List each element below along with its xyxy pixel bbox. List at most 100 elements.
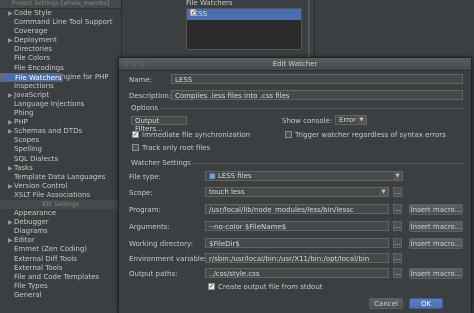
track-root-label: Track only root files [142, 144, 211, 152]
file-type-label: File type: [129, 173, 161, 181]
arguments-expand-button[interactable]: ... [393, 221, 402, 231]
settings-tree-item-label: Template Data Languages [14, 172, 106, 181]
settings-tree-item-label: XSLT File Associations [14, 190, 91, 199]
dropdown-arrow-icon: ▼ [357, 116, 366, 124]
arguments-field[interactable]: --no-color $FileName$ [205, 221, 389, 231]
watcher-enabled-checkbox[interactable]: ✓ [190, 9, 196, 16]
settings-tree-item[interactable]: ▶Code Style [0, 9, 121, 18]
file-watcher-row-less[interactable]: ✓ LESS [187, 9, 301, 20]
settings-tree-item[interactable]: ▶Debugger [0, 218, 121, 227]
settings-sidebar: Project Settings [whole_mamba] ▶Code Sty… [0, 0, 122, 313]
name-field[interactable]: LESS [171, 74, 463, 84]
settings-tree-item[interactable]: ▶JavaScript [0, 91, 121, 100]
ide-settings-window: Project Settings [whole_mamba] ▶Code Sty… [0, 0, 474, 313]
settings-tree-item[interactable]: General [0, 291, 121, 300]
program-browse-button[interactable]: ... [393, 204, 402, 214]
dialog-title-bar: Edit Watcher [119, 58, 471, 71]
settings-tree-item[interactable]: SQL Dialects [0, 155, 121, 164]
settings-tree-item[interactable]: File Types [0, 282, 121, 291]
settings-tree-item[interactable]: Appearance [0, 209, 121, 218]
working-directory-browse-button[interactable]: ... [393, 238, 402, 248]
settings-tree-item[interactable]: Coverage [0, 27, 121, 36]
settings-tree-item-label: File and Code Templates [14, 272, 100, 281]
file-watchers-title: File Watchers [186, 0, 233, 7]
settings-tree-item-label: File Encodings [14, 63, 64, 72]
settings-tree-item-label: File Types [14, 281, 48, 290]
watcher-settings-divider [189, 163, 463, 164]
output-paths-expand-button[interactable]: ... [393, 268, 402, 278]
settings-tree-item[interactable]: File Colors [0, 54, 121, 63]
edit-watcher-dialog: Edit Watcher Name: LESS Description: Com… [118, 57, 472, 313]
settings-tree-item[interactable]: Scopes [0, 136, 121, 145]
settings-tree-item[interactable]: Phing [0, 109, 121, 118]
settings-tree-item-label: Command Line Tool Support [14, 18, 113, 27]
scope-select[interactable]: touch less ▼ [205, 187, 389, 197]
settings-tree-item[interactable]: ▶Editor [0, 236, 121, 245]
settings-tree-item[interactable]: File Encodings [0, 64, 121, 73]
settings-tree-item-label: Language Injections [14, 99, 85, 108]
less-file-icon: ■ [209, 172, 218, 180]
arguments-insert-macro-button[interactable]: Insert macro... [409, 221, 463, 232]
close-window-icon[interactable] [123, 61, 129, 67]
settings-tree-item-label: Inspections [14, 81, 54, 90]
settings-tree-item-label: Directories [14, 45, 53, 54]
settings-tree-item[interactable]: Inspections [0, 82, 121, 91]
output-paths-field[interactable]: ../css/style.css [205, 268, 389, 278]
settings-tree-item[interactable]: Emmet (Zen Coding) [0, 245, 121, 254]
settings-tree-item-label: SQL Dialects [14, 154, 59, 163]
show-console-value: Error [339, 116, 357, 124]
settings-tree-item-label: Deployment [14, 36, 57, 45]
working-directory-insert-macro-button[interactable]: Insert macro... [409, 238, 463, 249]
environment-variables-browse-button[interactable]: ... [393, 253, 402, 263]
settings-tree-item[interactable]: ▶PHP [0, 118, 121, 127]
track-root-checkbox[interactable] [132, 144, 139, 151]
settings-tree-item[interactable]: External Tools [0, 264, 121, 273]
trigger-watcher-checkbox[interactable] [285, 131, 292, 138]
settings-tree-item-label: JavaScript [14, 90, 50, 99]
environment-variables-field[interactable]: r/sbin:/usr/local/bin:/usr/X11/bin:/opt/… [205, 253, 389, 263]
output-paths-label: Output paths: [129, 270, 178, 278]
settings-tree-item[interactable]: ▶Version Control [0, 182, 121, 191]
settings-tree-item-label: Debugger [14, 218, 49, 227]
settings-tree-item[interactable]: Directories [0, 45, 121, 54]
settings-tree-item[interactable]: File Watchers [0, 72, 63, 82]
scope-browse-button[interactable]: ... [393, 187, 402, 197]
settings-tree-item[interactable]: File and Code Templates [0, 273, 121, 282]
zoom-window-icon[interactable] [139, 61, 145, 67]
output-filters-button[interactable]: Output Filters... [131, 116, 187, 133]
working-directory-field[interactable]: $FileDir$ [205, 238, 389, 248]
show-console-label: Show console: [282, 117, 333, 125]
settings-tree-item[interactable]: Template Data Languages [0, 173, 121, 182]
output-paths-insert-macro-button[interactable]: Insert macro... [409, 268, 463, 279]
settings-tree-item[interactable]: XSLT File Associations [0, 191, 121, 200]
settings-tree-item[interactable]: ▶Deployment [0, 36, 121, 45]
name-label: Name: [129, 76, 153, 84]
options-header: Options [131, 104, 159, 112]
ide-settings-header: IDE Settings [0, 199, 121, 210]
settings-tree-item-label: Tasks [14, 163, 33, 172]
cancel-button[interactable]: Cancel [369, 298, 403, 309]
settings-tree-item[interactable]: ▶Schemas and DTDs [0, 127, 121, 136]
program-field[interactable]: /usr/local/lib/node_modules/less/bin/les… [205, 204, 389, 214]
settings-tree-item[interactable]: Diagrams [0, 227, 121, 236]
settings-tree-item[interactable]: External Diff Tools [0, 255, 121, 264]
program-insert-macro-button[interactable]: Insert macro... [409, 204, 463, 215]
trigger-watcher-label: Trigger watcher regardless of syntax err… [295, 131, 446, 139]
working-directory-label: Working directory: [129, 240, 193, 248]
file-watchers-list: ✓ LESS [186, 8, 302, 50]
immediate-sync-checkbox[interactable]: ✓ [132, 131, 139, 138]
minimize-window-icon[interactable] [131, 61, 137, 67]
description-field[interactable]: Compiles .less files into .css files [171, 90, 463, 100]
immediate-sync-label: Immediate file synchronization [142, 131, 251, 139]
file-type-select[interactable]: ■ LESS files ▼ [205, 171, 403, 181]
settings-tree-item[interactable]: ▶Tasks [0, 164, 121, 173]
settings-tree-item-label: External Tools [14, 263, 63, 272]
ok-button[interactable]: OK [409, 298, 443, 309]
settings-tree-item[interactable]: Command Line Tool Support [0, 18, 121, 27]
settings-tree-item[interactable]: Language Injections [0, 100, 121, 109]
create-output-checkbox[interactable]: ✓ [208, 283, 215, 290]
settings-tree-item-label: Diagrams [14, 227, 48, 236]
show-console-select[interactable]: Error ▼ [335, 115, 367, 125]
settings-tree-item[interactable]: Spelling [0, 145, 121, 154]
file-type-value: LESS files [217, 172, 252, 180]
